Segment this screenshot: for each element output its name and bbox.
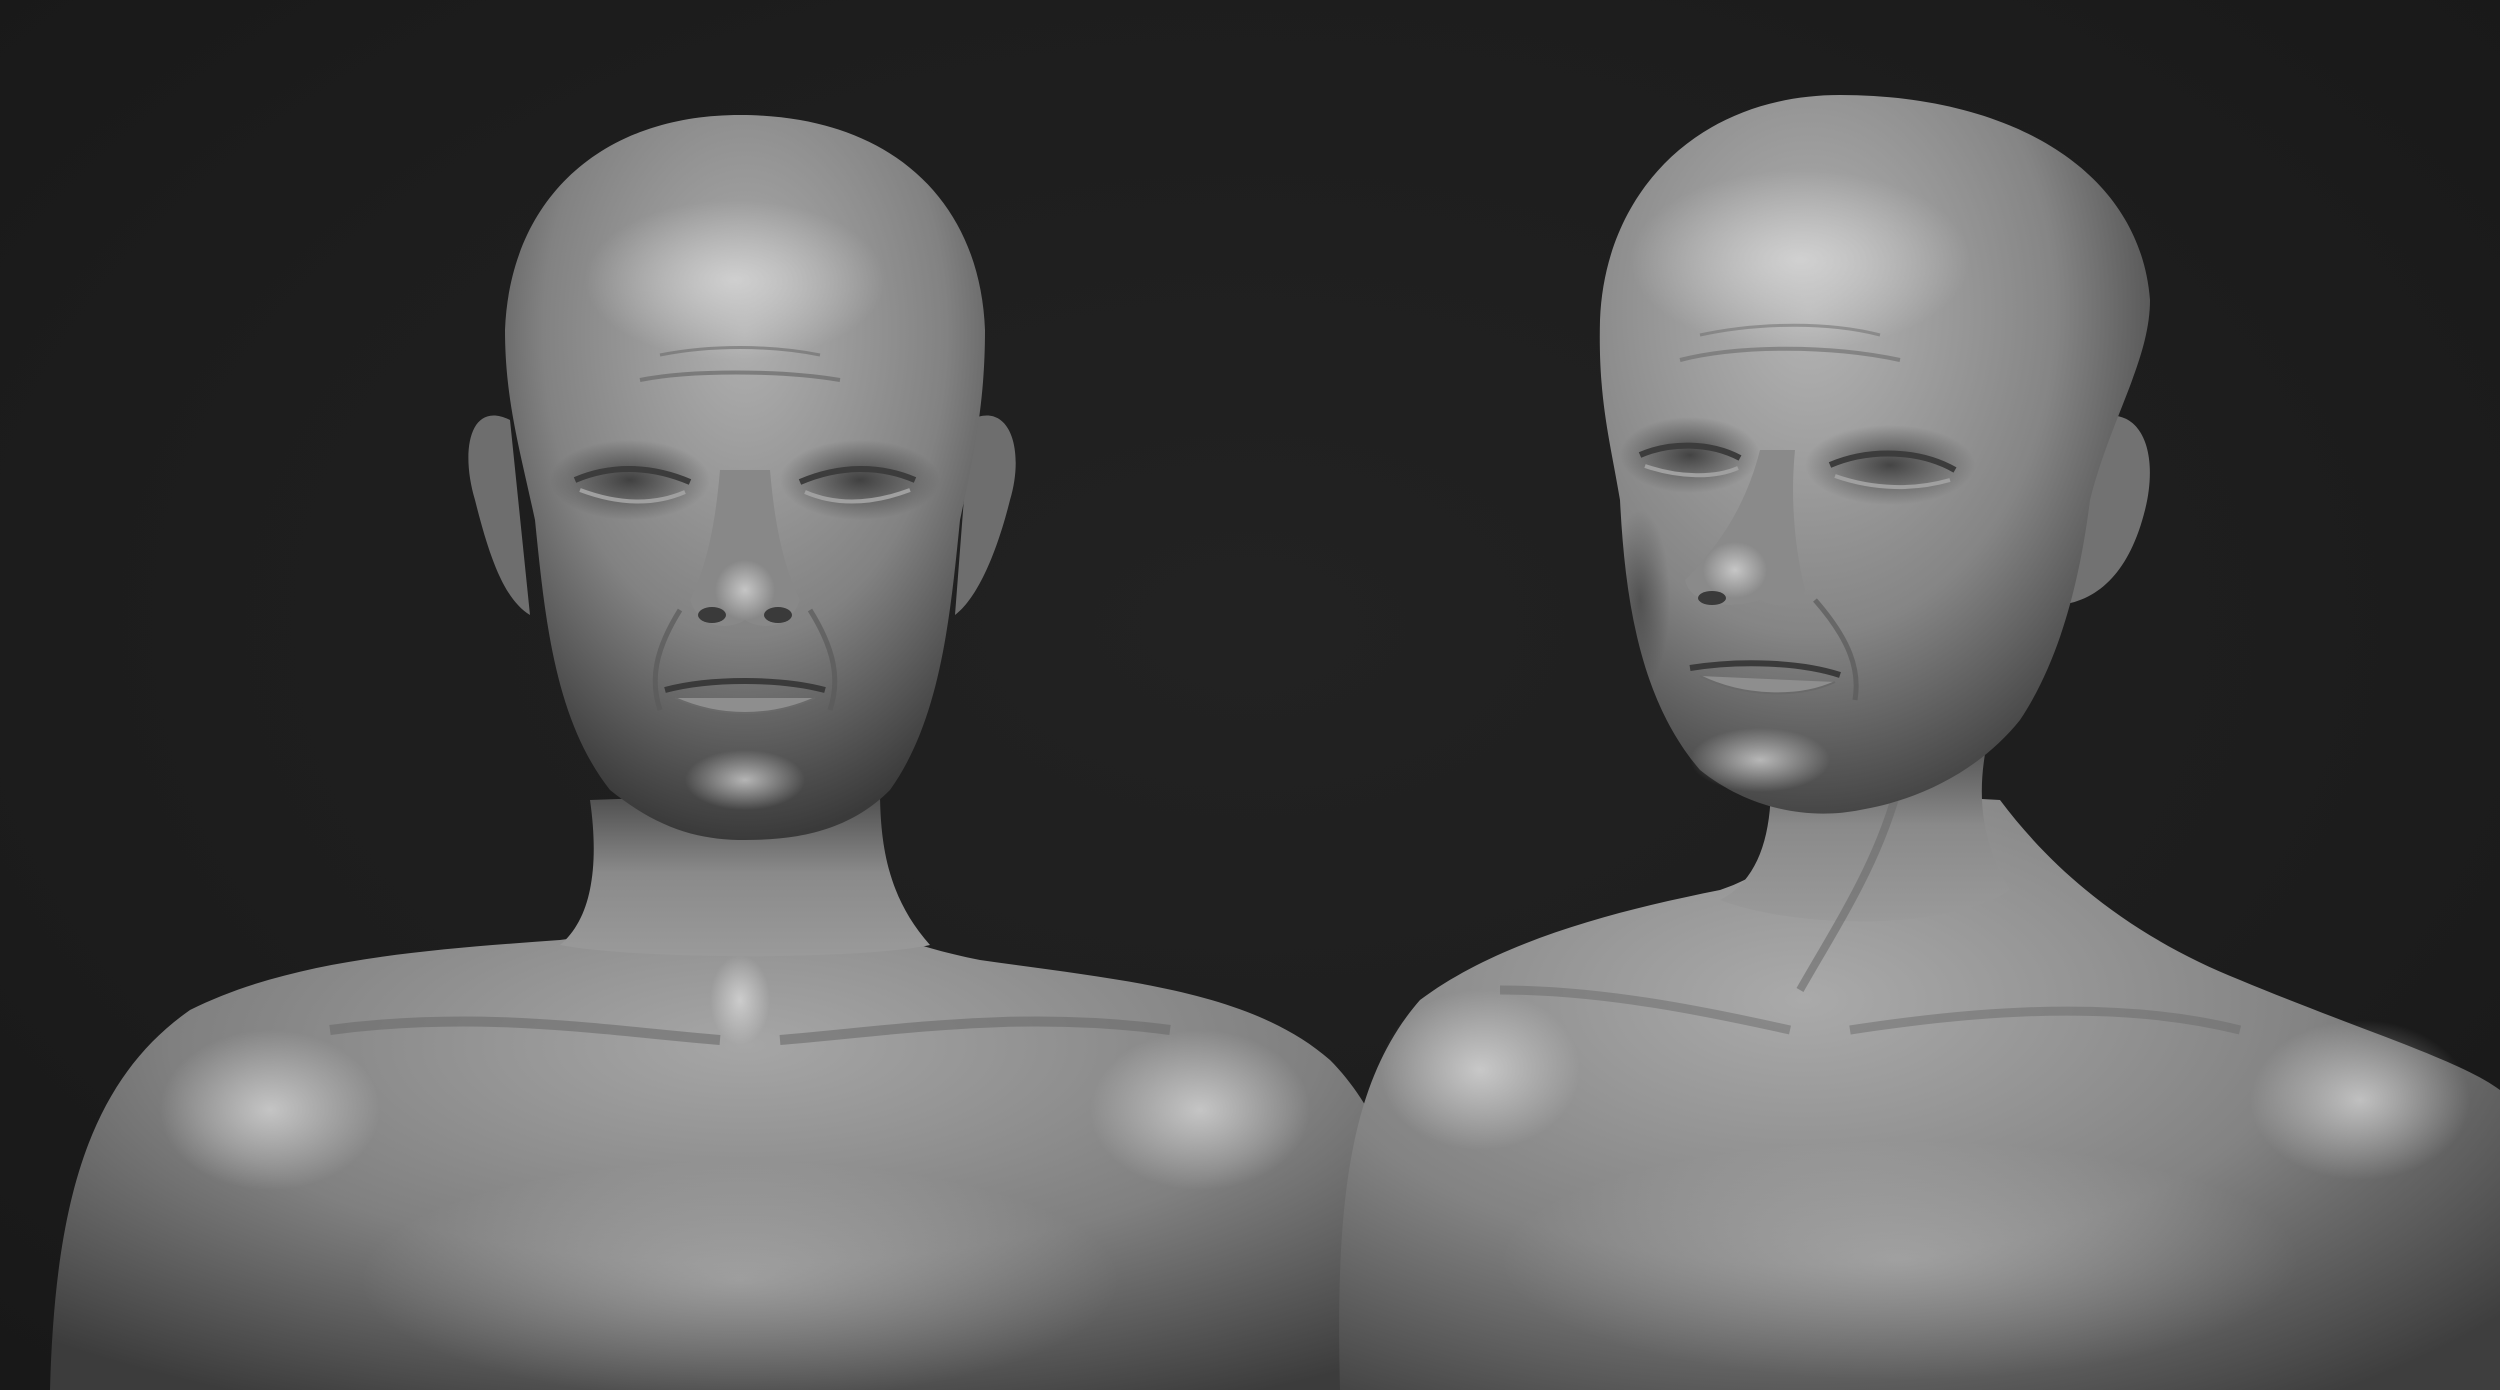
render-viewport	[0, 0, 2500, 1390]
three-quarter-view-bust	[1339, 95, 2500, 1390]
sculpt-render	[50, 95, 2500, 1390]
front-view-bust	[50, 115, 1440, 1390]
